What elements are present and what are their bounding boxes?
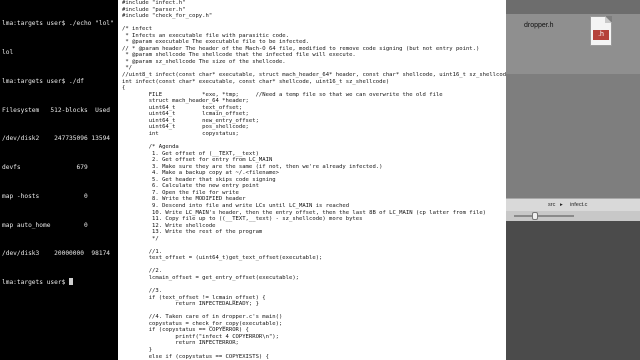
- code-text[interactable]: #include "infect.h" #include "parser.h" #i…: [118, 0, 506, 360]
- terminal-line: lma:targets user$ ./echo "lol": [2, 20, 114, 28]
- path-item-src[interactable]: src: [548, 199, 555, 211]
- code-editor[interactable]: #include "infect.h" #include "parser.h" #i…: [118, 0, 506, 360]
- icon-size-slider[interactable]: [506, 211, 640, 221]
- path-separator-icon: ▸: [560, 202, 563, 208]
- h-badge: .h: [593, 30, 609, 40]
- background-area: [506, 221, 640, 360]
- terminal-window[interactable]: lma:targets user$ ./echo "lol" lol lma:t…: [0, 0, 118, 360]
- slider-track: [514, 215, 574, 217]
- code-line: else if (copystatus == COPYEXISTS) {: [122, 353, 269, 360]
- terminal-line: lol: [2, 48, 14, 56]
- finder-toolbar: [506, 0, 640, 14]
- finder-window: dropper.h .h src ▸ infect.c: [506, 0, 640, 360]
- terminal-line: /dev/disk2 247735096 13594: [2, 135, 111, 143]
- terminal-cursor: [69, 278, 74, 286]
- page-fold: [605, 16, 612, 23]
- terminal-line: devfs 679: [2, 164, 88, 172]
- slider-knob[interactable]: [532, 212, 538, 220]
- terminal-line: map -hosts 0: [2, 192, 88, 200]
- terminal-prompt: lma:targets user$: [2, 279, 70, 287]
- file-name-label[interactable]: dropper.h: [524, 22, 554, 29]
- terminal-line: /dev/disk3 20000000 98174: [2, 250, 111, 258]
- terminal-line: lma:targets user$ ./df: [2, 77, 84, 85]
- terminal-line: map auto_home 0: [2, 221, 88, 229]
- path-item-file[interactable]: infect.c: [570, 199, 587, 211]
- code-line: //uint8_t infect(const char* executable,…: [122, 72, 506, 79]
- header-file-icon[interactable]: .h: [590, 16, 612, 46]
- terminal-prompt-line: lma:targets user$: [2, 278, 118, 288]
- terminal-line: Filesystem 512-blocks Used: [2, 106, 111, 114]
- path-bar: src ▸ infect.c: [506, 198, 640, 212]
